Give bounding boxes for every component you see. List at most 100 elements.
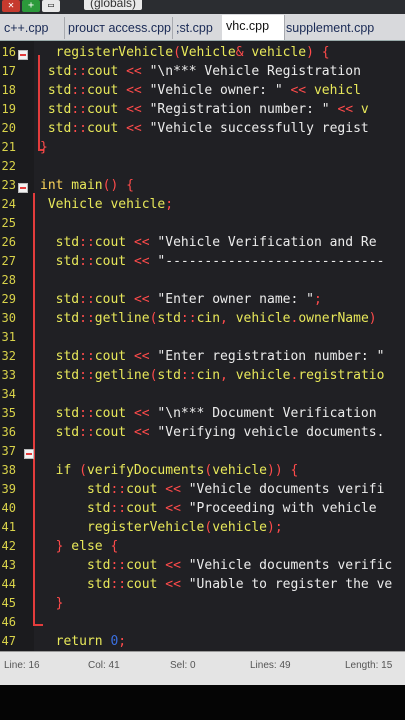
code-text: } xyxy=(55,596,64,611)
close-icon[interactable]: ✕ xyxy=(2,0,20,12)
line-number: 27 xyxy=(1,254,16,268)
line-number: 30 xyxy=(1,311,16,325)
code-line[interactable]: 24 Vehicle vehicle; xyxy=(0,195,405,214)
code-line[interactable]: 23 int main() { xyxy=(0,176,405,195)
line-number: 39 xyxy=(1,482,16,496)
line-number: 25 xyxy=(1,216,16,230)
code-line[interactable]: 43 std::cout << "Vehicle documents verif… xyxy=(0,556,405,575)
code-line[interactable]: 42 } else { xyxy=(0,537,405,556)
code-text: std::cout << "\n*** Vehicle Registration xyxy=(40,64,361,79)
line-number: 16 xyxy=(1,45,16,59)
code-line[interactable]: 30 std::getline(std::cin, vehicle.ownerN… xyxy=(0,309,405,328)
line-number: 31 xyxy=(1,330,16,344)
line-number: 45 xyxy=(1,596,16,610)
line-number: 35 xyxy=(1,406,16,420)
code-line[interactable]: 18 std::cout << "Vehicle owner: " << veh… xyxy=(0,81,405,100)
tab-supplement[interactable]: supplement.cpp xyxy=(282,17,405,39)
code-line[interactable]: 37 xyxy=(0,442,405,461)
code-line[interactable]: 33 std::getline(std::cin, vehicle.regist… xyxy=(0,366,405,385)
code-text: std::cout << "Enter registration number:… xyxy=(40,349,385,364)
line-number: 36 xyxy=(1,425,16,439)
line-number: 44 xyxy=(1,577,16,591)
code-line[interactable]: 19 std::cout << "Registration number: " … xyxy=(0,100,405,119)
scope-selector[interactable]: (globals) xyxy=(84,0,143,10)
status-bar: Line: 16 Col: 41 Sel: 0 Lines: 49 Length… xyxy=(0,651,405,686)
code-line[interactable]: 36 std::cout << "Verifying vehicle docum… xyxy=(0,423,405,442)
tab-st[interactable]: ;st.cpp xyxy=(172,17,225,39)
code-line[interactable]: 20 std::cout << "Vehicle successfully re… xyxy=(0,119,405,138)
code-line[interactable]: 35 std::cout << "\n*** Document Verifica… xyxy=(0,404,405,423)
code-line[interactable]: 38 if (verifyDocuments(vehicle)) { xyxy=(0,461,405,480)
code-text: } else { xyxy=(55,539,119,554)
code-line[interactable]: 41 registerVehicle(vehicle); xyxy=(0,518,405,537)
code-text: std::cout << "Enter owner name: "; xyxy=(40,292,322,307)
page-icon[interactable]: ▭ xyxy=(42,0,60,12)
code-line[interactable]: 40 std::cout << "Proceeding with vehicle xyxy=(0,499,405,518)
line-number: 42 xyxy=(1,539,16,553)
tab-product-access[interactable]: proucт access.cpp xyxy=(64,17,173,39)
tab-bar: c++.cpp proucт access.cpp ;st.cpp vhc.cp… xyxy=(0,14,405,41)
line-number: 43 xyxy=(1,558,16,572)
code-editor[interactable]: 16 registerVehicle(Vehicle& vehicle) {17… xyxy=(0,41,405,651)
code-text: std::cout << "Proceeding with vehicle xyxy=(40,501,377,516)
line-number: 33 xyxy=(1,368,16,382)
code-line[interactable]: 26 std::cout << "Vehicle Verification an… xyxy=(0,233,405,252)
tab-cpp[interactable]: c++.cpp xyxy=(0,17,65,39)
line-number: 19 xyxy=(1,102,16,116)
code-text: registerVehicle(vehicle); xyxy=(40,520,283,535)
status-lines: Lines: 49 xyxy=(250,660,291,671)
code-text: std::cout << "--------------------------… xyxy=(40,254,385,269)
code-text: std::cout << "Vehicle successfully regis… xyxy=(40,121,369,136)
tab-vhc[interactable]: vhc.cpp xyxy=(222,15,285,40)
code-line[interactable]: 46 xyxy=(0,613,405,632)
line-number: 20 xyxy=(1,121,16,135)
line-number: 40 xyxy=(1,501,16,515)
line-number: 37 xyxy=(1,444,16,458)
line-number: 26 xyxy=(1,235,16,249)
status-length: Length: 15 xyxy=(345,660,393,671)
line-number: 41 xyxy=(1,520,16,534)
code-line[interactable]: 29 std::cout << "Enter owner name: "; xyxy=(0,290,405,309)
screen-bezel xyxy=(0,685,405,720)
status-line: Line: 16 xyxy=(4,660,40,671)
line-number: 21 xyxy=(1,140,16,154)
code-line[interactable]: 28 xyxy=(0,271,405,290)
line-number: 46 xyxy=(1,615,16,629)
code-line[interactable]: 25 xyxy=(0,214,405,233)
code-line[interactable]: 22 xyxy=(0,157,405,176)
line-number: 28 xyxy=(1,273,16,287)
code-line[interactable]: 27 std::cout << "-----------------------… xyxy=(0,252,405,271)
code-line[interactable]: 44 std::cout << "Unable to register the … xyxy=(0,575,405,594)
code-text: std::getline(std::cin, vehicle.registrat… xyxy=(40,368,385,383)
code-line[interactable]: 39 std::cout << "Vehicle documents verif… xyxy=(0,480,405,499)
status-sel: Sel: 0 xyxy=(170,660,196,671)
line-number: 38 xyxy=(1,463,16,477)
code-line[interactable]: 21} xyxy=(0,138,405,157)
code-text: std::getline(std::cin, vehicle.ownerName… xyxy=(40,311,377,326)
code-text: registerVehicle(Vehicle& vehicle) { xyxy=(40,45,330,60)
add-icon[interactable]: + xyxy=(22,0,40,12)
code-line[interactable]: 34 xyxy=(0,385,405,404)
code-text: std::cout << "Vehicle documents verifi xyxy=(40,482,385,497)
line-number: 17 xyxy=(1,64,16,78)
status-col: Col: 41 xyxy=(88,660,120,671)
code-line[interactable]: 16 registerVehicle(Vehicle& vehicle) { xyxy=(0,43,405,62)
code-text: std::cout << "Unable to register the ve xyxy=(40,577,393,592)
line-number: 47 xyxy=(1,634,16,648)
line-number: 24 xyxy=(1,197,16,211)
line-number: 32 xyxy=(1,349,16,363)
code-line[interactable]: 31 xyxy=(0,328,405,347)
line-number: 29 xyxy=(1,292,16,306)
line-number: 34 xyxy=(1,387,16,401)
code-text: Vehicle vehicle; xyxy=(40,197,174,212)
code-line[interactable]: 47 return 0; xyxy=(0,632,405,651)
code-line[interactable]: 45 } xyxy=(0,594,405,613)
code-line[interactable]: 32 std::cout << "Enter registration numb… xyxy=(0,347,405,366)
line-number: 23 xyxy=(1,178,16,192)
code-text: std::cout << "Vehicle Verification and R… xyxy=(40,235,377,250)
code-text: return 0; xyxy=(40,634,127,649)
code-text: } xyxy=(40,140,48,155)
code-text: std::cout << "Vehicle documents verific xyxy=(40,558,393,573)
code-text: std::cout << "Verifying vehicle document… xyxy=(40,425,385,440)
code-line[interactable]: 17 std::cout << "\n*** Vehicle Registrat… xyxy=(0,62,405,81)
